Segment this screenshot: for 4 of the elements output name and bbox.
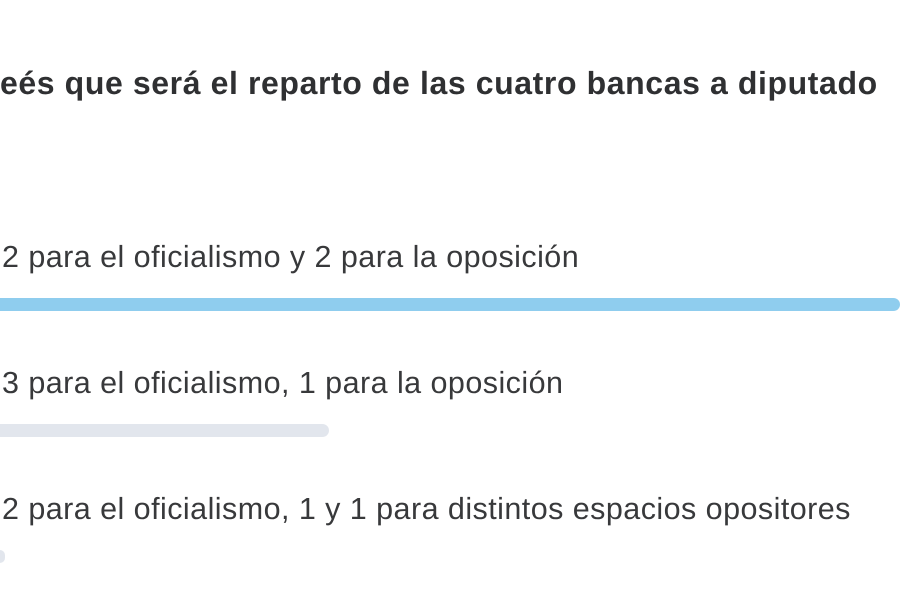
poll-question: eés que será el reparto de las cuatro bancas a diputado xyxy=(0,65,879,101)
poll-option-label: 2 para el oficialismo, 1 y 1 para distintos espacios opositores xyxy=(1,492,852,526)
poll-option-label: 2 para el oficialismo y 2 para la oposición xyxy=(1,240,580,274)
poll-option-label: 3 para el oficialismo, 1 para la oposición xyxy=(1,366,564,400)
